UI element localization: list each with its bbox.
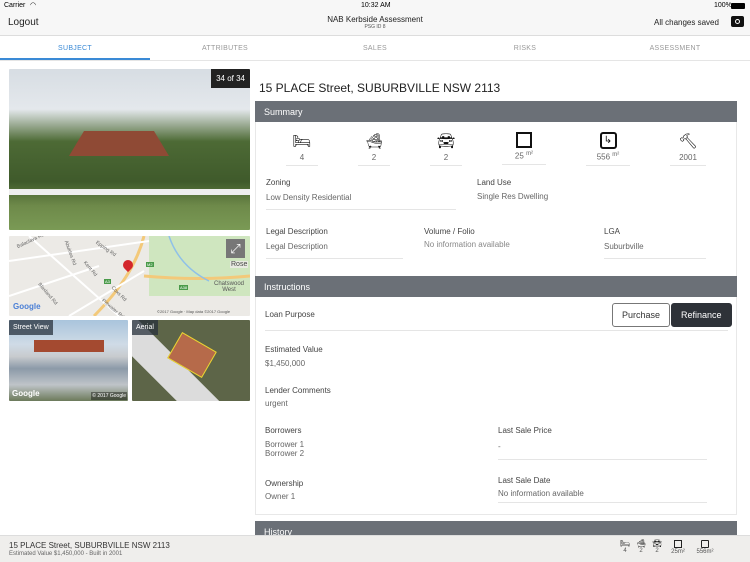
instructions-section: Instructions Loan Purpose Purchase Refin…	[255, 276, 737, 515]
bottom-address: 15 PLACE Street, SUBURBVILLE NSW 2113	[9, 541, 170, 550]
bottom-summary-bar: 15 PLACE Street, SUBURBVILLE NSW 2113 Es…	[0, 535, 750, 562]
borrower: Borrower 2	[265, 449, 305, 458]
lga-label: LGA	[604, 227, 621, 236]
car-spaces: 🚘︎ 2	[430, 132, 462, 166]
land-area-icon	[701, 540, 709, 548]
borrower: Borrower 1	[265, 440, 305, 449]
app-title: NAB Kerbside Assessment	[327, 15, 423, 24]
borrowers-label: Borrowers	[265, 426, 302, 435]
camera-icon[interactable]	[731, 16, 744, 27]
land-use-label: Land Use	[477, 178, 512, 187]
street-view-label: Street View	[9, 320, 53, 335]
bottom-stats: 🛏︎ 4 🛁︎ 2 🚘︎ 2 25m² 556m²	[620, 539, 714, 555]
aerial-label: Aerial	[132, 320, 158, 335]
map-attribution: ©2017 Google · Map data ©2017 Google	[157, 309, 231, 314]
land-area-icon: ↳	[599, 132, 617, 149]
battery-level: 100%	[714, 2, 732, 9]
time: 10:32 AM	[361, 2, 391, 9]
bathrooms: 🛁︎ 2	[358, 132, 390, 166]
floor-area: 25 m²	[502, 132, 546, 166]
tab-attributes[interactable]: ATTRIBUTES	[150, 36, 300, 60]
last-sale-price-field[interactable]: -	[498, 442, 707, 460]
estimated-value-label: Estimated Value	[265, 345, 323, 354]
zoning-field[interactable]: Low Density Residential	[266, 193, 456, 210]
volume-folio-value: No information available	[424, 240, 510, 249]
summary-card: 🛏︎ 4 🛁︎ 2 🚘︎ 2 25 m² ↳ 556 m² 🔨︎ 2001 Zoning …	[255, 122, 737, 283]
tab-sales[interactable]: SALES	[300, 36, 450, 60]
bed-icon: 🛏︎	[292, 133, 312, 150]
map-roads	[9, 236, 250, 316]
ownership-value: Owner 1	[265, 492, 296, 501]
tab-risks[interactable]: RISKS	[450, 36, 600, 60]
bedrooms: 🛏︎ 4	[286, 132, 318, 166]
map-label: Rose	[230, 261, 249, 268]
bath-icon: 🛁︎	[636, 539, 647, 548]
ownership-label: Ownership	[265, 479, 304, 488]
tab-assessment[interactable]: ASSESSMENT	[600, 36, 750, 60]
divider	[265, 330, 728, 331]
property-address: 15 PLACE Street, SUBURBVILLE NSW 2113	[259, 81, 501, 95]
zoning-label: Zoning	[266, 178, 291, 187]
last-sale-date-field[interactable]: No information available	[498, 489, 707, 503]
lender-comments-label: Lender Comments	[265, 386, 331, 395]
year-built: 🔨︎ 2001	[670, 132, 706, 166]
land-area: ↳ 556 m²	[586, 132, 630, 166]
hammer-icon: 🔨︎	[678, 133, 698, 150]
car-icon: 🚘︎	[652, 539, 663, 548]
last-sale-date-label: Last Sale Date	[498, 476, 551, 485]
road-shield: A38	[179, 285, 189, 290]
save-status: All changes saved	[654, 18, 719, 27]
carrier: Carrier	[4, 2, 26, 9]
legal-description-field[interactable]: Legal Description	[266, 242, 403, 259]
wifi-icon: ◠	[30, 2, 37, 9]
feature-row: 🛏︎ 4 🛁︎ 2 🚘︎ 2 25 m² ↳ 556 m² 🔨︎ 2001	[286, 132, 706, 166]
street-view-image[interactable]: Street View Google © 2017 Google	[9, 320, 128, 401]
land-use-value: Single Res Dwelling	[477, 192, 549, 201]
bed-icon: 🛏︎	[620, 539, 631, 548]
aerial-image[interactable]: Aerial	[132, 320, 250, 401]
tab-subject[interactable]: SUBJECT	[0, 36, 150, 60]
expand-icon[interactable]: ⤢	[226, 239, 245, 258]
psg-id: PSG ID 8	[364, 24, 386, 30]
tab-bar: SUBJECT ATTRIBUTES SALES RISKS ASSESSMEN…	[0, 36, 750, 61]
google-logo: Google	[12, 389, 40, 398]
lga-field[interactable]: Suburbville	[604, 242, 706, 259]
road-shield: A3	[104, 279, 111, 284]
lender-comments: urgent	[265, 399, 288, 408]
bottom-subtitle: Estimated Value $1,450,000 - Built in 20…	[9, 551, 123, 557]
location-map[interactable]: Balaclava Rd Abuklea Rd Epping Rd Kent R…	[9, 236, 250, 316]
legal-description-label: Legal Description	[266, 227, 328, 236]
google-logo: Google	[13, 302, 41, 311]
summary-section: Summary 🛏︎ 4 🛁︎ 2 🚘︎ 2 25 m² ↳ 556 m² 🔨︎ 2001…	[255, 101, 737, 283]
summary-header: Summary	[255, 101, 737, 122]
street-view-copyright: © 2017 Google	[91, 392, 127, 400]
car-icon: 🚘︎	[436, 133, 456, 150]
instructions-card: Loan Purpose Purchase Refinance Estimate…	[255, 297, 737, 515]
roof-shape	[34, 340, 104, 352]
purchase-button[interactable]: Purchase	[612, 303, 671, 327]
road-shield: M2	[146, 262, 154, 267]
battery-icon	[731, 3, 745, 9]
nav-bar: Logout NAB Kerbside Assessment PSG ID 8 …	[0, 12, 750, 36]
estimated-value: $1,450,000	[265, 359, 306, 368]
floorplan-icon	[516, 132, 532, 148]
last-sale-price-label: Last Sale Price	[498, 426, 552, 435]
property-photo[interactable]: 34 of 34	[9, 69, 250, 230]
floorplan-icon	[674, 540, 682, 548]
bath-icon: 🛁︎	[364, 133, 384, 150]
volume-folio-label: Volume / Folio	[424, 227, 475, 236]
status-bar: Carrier ◠ 10:32 AM 100%	[0, 0, 750, 12]
roof-shape	[69, 131, 169, 156]
map-label: Chatswood West	[214, 281, 245, 293]
photo-counter: 34 of 34	[211, 69, 250, 88]
fence	[9, 189, 250, 195]
refinance-button[interactable]: Refinance	[671, 303, 732, 327]
instructions-header: Instructions	[255, 276, 737, 297]
loan-purpose-label: Loan Purpose	[265, 310, 315, 319]
